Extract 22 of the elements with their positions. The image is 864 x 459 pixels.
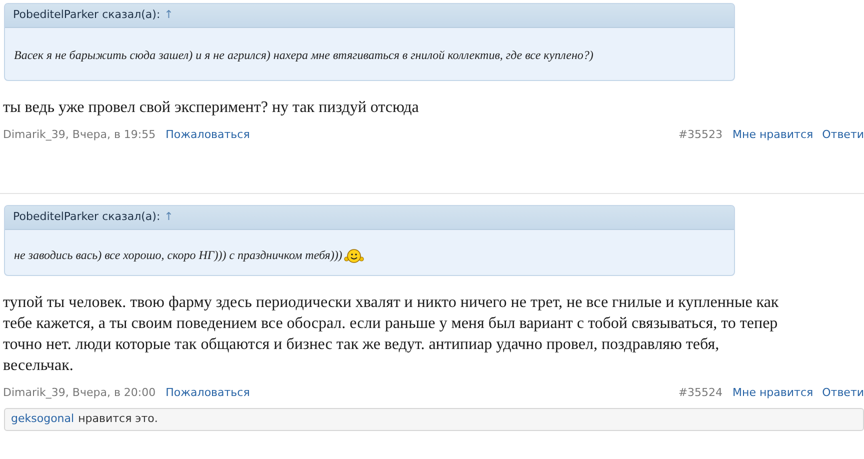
quote-author: PobeditelParker сказал(а): bbox=[13, 7, 160, 24]
report-link[interactable]: Пожаловаться bbox=[166, 126, 250, 144]
post-text-line: ты ведь уже провел свой эксперимент? ну так пиздуй отсюда bbox=[3, 98, 419, 118]
quote-text: Васек я не барыжить сюда зашел) и я не агрился) нахера мне втягиваться в гнилой коллектив, где все куплено?) bbox=[14, 48, 594, 62]
report-link[interactable]: Пожаловаться bbox=[166, 384, 250, 402]
post-author-date: Dimarik_39, Вчера, в 20:00 bbox=[3, 384, 156, 401]
post-author-date: Dimarik_39, Вчера, в 19:55 bbox=[3, 126, 156, 143]
smiley-icon bbox=[344, 248, 364, 264]
post-text-line: весельчак. bbox=[3, 356, 74, 376]
post-text-line: точно нет. люди которые так общаются и бизнес так же ведут. антипиар удачно провел, поздравляю тебя, bbox=[3, 335, 720, 355]
post-text-line: тупой ты человек. твою фарму здесь периодически хвалят и никто ничего не трет, не все гнилые и купленные как bbox=[3, 293, 779, 313]
likes-text: нравится это. bbox=[78, 411, 158, 428]
reply-link[interactable]: Ответи bbox=[822, 126, 864, 144]
reply-link[interactable]: Ответи bbox=[822, 384, 864, 402]
like-link[interactable]: Мне нравится bbox=[732, 126, 814, 144]
like-link[interactable]: Мне нравится bbox=[732, 384, 814, 402]
quote-author: PobeditelParker сказал(а): bbox=[13, 209, 160, 226]
quote-text: не заводись вась) все хорошо, скоро НГ))) с праздничком тебя))) bbox=[14, 247, 342, 264]
post-text-line: тебе кажется, а ты своим поведением все обосрал. если раньше у меня был вариант с тобой связываться, то тепер bbox=[3, 314, 778, 334]
post-number[interactable]: #35524 bbox=[678, 384, 723, 402]
post-number[interactable]: #35523 bbox=[678, 126, 723, 144]
liker-link[interactable]: geksogonal bbox=[11, 411, 74, 428]
